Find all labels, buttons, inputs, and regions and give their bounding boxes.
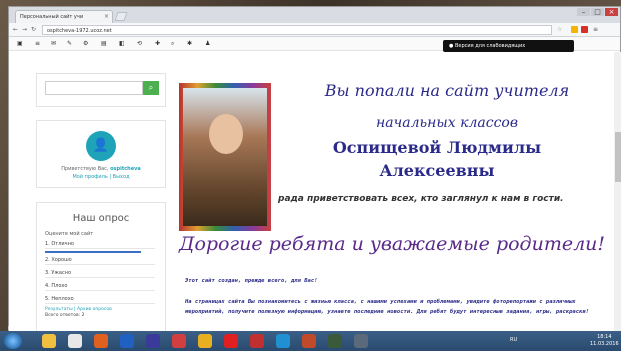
close-window-icon[interactable]: ×: [605, 8, 618, 16]
taskbar-app-icon[interactable]: [120, 334, 134, 348]
chrome-icon[interactable]: [198, 334, 212, 348]
search-input[interactable]: [45, 81, 143, 95]
yandex-icon[interactable]: [224, 334, 238, 348]
teacher-name-1: Оспищевой Людмилы: [332, 138, 542, 157]
search-button[interactable]: ⌕: [143, 81, 159, 95]
back-icon[interactable]: ←: [13, 26, 18, 33]
welcome-line-1: Вы попали на сайт учителя: [324, 81, 570, 100]
greeting-prefix: Приветствую Вас,: [61, 166, 109, 172]
extension-icon[interactable]: [581, 26, 588, 33]
poll-box: Наш опрос Оцените мой сайт 1. Отлично 2.…: [36, 202, 166, 333]
user-icon: 👤: [92, 138, 110, 153]
url-field[interactable]: ospitcheva-1972.ucoz.net: [42, 25, 552, 35]
reload-icon[interactable]: ↻: [31, 26, 36, 33]
poll-results-link[interactable]: Результаты | Архив опросов: [45, 307, 112, 312]
scrollbar-thumb[interactable]: [615, 132, 621, 182]
language-indicator[interactable]: RU: [510, 337, 517, 343]
toolbar-icon[interactable]: ⚙: [83, 40, 88, 47]
greeting: Приветствую Вас, ospitcheva: [37, 166, 165, 172]
toolbar-icon[interactable]: ◧: [119, 40, 125, 47]
welcome-message: рада приветствовать всех, кто заглянул к…: [278, 194, 564, 204]
close-tab-icon[interactable]: ×: [104, 13, 109, 20]
skype-icon[interactable]: [276, 334, 290, 348]
tab-title: Персональный сайт учи: [20, 14, 84, 20]
poll-total: Всего ответов: 2: [45, 313, 85, 318]
poll-result-bar: [45, 251, 141, 253]
greeting-name: ospitcheva: [110, 166, 141, 172]
poll-option[interactable]: 3. Ужасно: [45, 268, 155, 278]
taskbar-app-icon[interactable]: [172, 334, 186, 348]
intro-text: Этот сайт создан, прежде всего, для Вас!: [185, 278, 318, 284]
taskbar-app-icon[interactable]: [354, 334, 368, 348]
toolbar-icon[interactable]: ✎: [67, 40, 72, 47]
explorer-icon[interactable]: [42, 334, 56, 348]
poll-option[interactable]: 4. Плохо: [45, 281, 155, 291]
toolbar-icon[interactable]: ✚: [155, 40, 160, 47]
maximize-icon[interactable]: □: [591, 8, 604, 16]
search-icon: ⌕: [148, 83, 154, 92]
low-vision-button[interactable]: ● Версия для слабовидящих: [443, 40, 574, 52]
poll-option[interactable]: 2. Хорошо: [45, 255, 155, 265]
extension-icon[interactable]: [571, 26, 578, 33]
taskbar-app-icon[interactable]: [94, 334, 108, 348]
media-player-icon[interactable]: [146, 334, 160, 348]
clock[interactable]: 18:14 11.03.2016: [590, 334, 619, 348]
toolbar-icon[interactable]: ≡: [35, 40, 40, 47]
toolbar-icon[interactable]: ⟲: [137, 40, 142, 47]
poll-option[interactable]: 5. Неплохо: [45, 294, 155, 304]
vertical-scrollbar[interactable]: [614, 52, 621, 333]
taskbar-app-icon[interactable]: [68, 334, 82, 348]
search-icon[interactable]: ⌕: [171, 40, 174, 48]
browser-tab[interactable]: Персональный сайт учи ×: [15, 10, 113, 23]
portrait: [183, 88, 267, 226]
poll-question: Оцените мой сайт: [45, 231, 94, 237]
welcome-line-2: начальных классов: [375, 115, 518, 131]
url-text: ospitcheva-1972.ucoz.net: [47, 28, 112, 34]
menu-icon[interactable]: ≡: [593, 26, 598, 33]
profile-links[interactable]: Мой профиль | Выход: [37, 174, 165, 180]
window-controls: – □ ×: [577, 8, 618, 16]
new-tab-button[interactable]: [114, 12, 128, 21]
toolbar-icon[interactable]: ▤: [101, 40, 107, 47]
powerpoint-icon[interactable]: [302, 334, 316, 348]
toolbar-icon[interactable]: ♟: [205, 40, 210, 47]
toolbar-icon[interactable]: ✱: [187, 40, 192, 47]
browser-window: Персональный сайт учи × – □ × ← → ↻ ospit…: [8, 6, 621, 333]
toolbar-icon[interactable]: ▣: [17, 40, 23, 47]
description-text: На страницах сайта Вы познакомитесь с жи…: [185, 299, 589, 315]
taskbar-app-icon[interactable]: [250, 334, 264, 348]
low-vision-label: ● Версия для слабовидящих: [449, 43, 526, 49]
bookmark-star-icon[interactable]: ☆: [557, 26, 562, 33]
taskbar: RU 18:14 11.03.2016: [0, 331, 621, 351]
search-box: ⌕: [36, 73, 166, 107]
forward-icon[interactable]: →: [22, 26, 27, 33]
address-bar-row: ← → ↻ ospitcheva-1972.ucoz.net ☆ ≡: [9, 23, 620, 37]
teacher-name-2: Алексеевны: [379, 161, 495, 180]
avatar: 👤: [86, 131, 116, 161]
poll-title: Наш опрос: [72, 213, 130, 224]
teacher-photo: [179, 83, 271, 231]
start-button[interactable]: [4, 333, 22, 349]
greeting-heading: Дорогие ребята и уважаемые родители!: [179, 233, 606, 255]
user-box: 👤 Приветствую Вас, ospitcheva Мой профил…: [36, 120, 166, 188]
clock-date: 11.03.2016: [590, 341, 619, 347]
poll-option[interactable]: 1. Отлично: [45, 239, 155, 249]
minimize-icon[interactable]: –: [577, 8, 590, 16]
tab-bar: Персональный сайт учи × – □ ×: [9, 7, 620, 23]
toolbar-icon[interactable]: ✉: [51, 40, 56, 47]
taskbar-app-icon[interactable]: [328, 334, 342, 348]
clock-time: 18:14: [597, 334, 612, 340]
portrait-face: [209, 114, 243, 154]
